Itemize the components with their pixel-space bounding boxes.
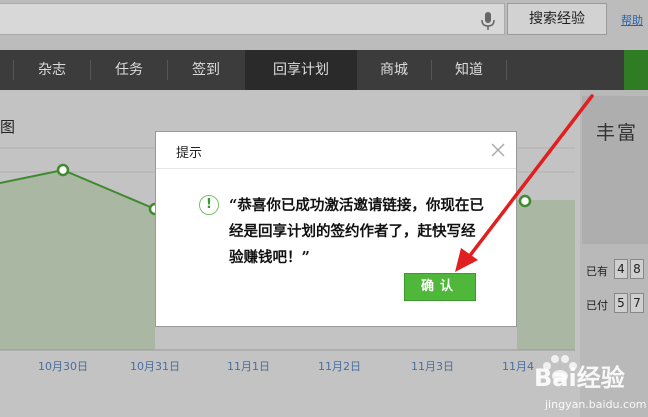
signature-text: 丰富 [596, 122, 639, 144]
digit-box: 5 [614, 293, 628, 313]
exclamation-icon: ! [199, 195, 219, 215]
watermark-brand: Bai经验 [534, 364, 625, 392]
x-tick-label: 11月2日 [318, 360, 361, 373]
dialog-message: “恭喜你已成功激活邀请链接，你现在已经是回享计划的签约作者了，赶快写经验赚钱吧！… [229, 197, 484, 266]
chart-point[interactable] [56, 163, 70, 177]
chart-area-fill [517, 200, 575, 350]
prompt-dialog: 提示 ! “恭喜你已成功激活邀请链接，你现在已经是回享计划的签约作者了，赶快写经… [155, 131, 517, 327]
stat-label-have: 已有 [586, 265, 608, 278]
dialog-header: 提示 [156, 132, 516, 169]
x-tick-label: 11月1日 [227, 360, 270, 373]
chart-area-fill [0, 170, 155, 350]
close-icon[interactable] [491, 143, 505, 157]
dialog-title: 提示 [176, 146, 203, 161]
digit-box: 7 [630, 293, 644, 313]
stat-label-paid: 已付 [586, 299, 608, 312]
chart-title: 图 [0, 118, 16, 136]
x-tick-label: 11月3日 [411, 360, 454, 373]
digit-box: 4 [614, 259, 628, 279]
watermark-url: jingyan.baidu.com [545, 398, 647, 411]
chart-point[interactable] [518, 194, 532, 208]
digit-box: 8 [630, 259, 644, 279]
x-tick-label: 10月31日 [130, 360, 180, 373]
confirm-button[interactable]: 确认 [404, 273, 476, 301]
x-tick-label: 10月30日 [38, 360, 88, 373]
